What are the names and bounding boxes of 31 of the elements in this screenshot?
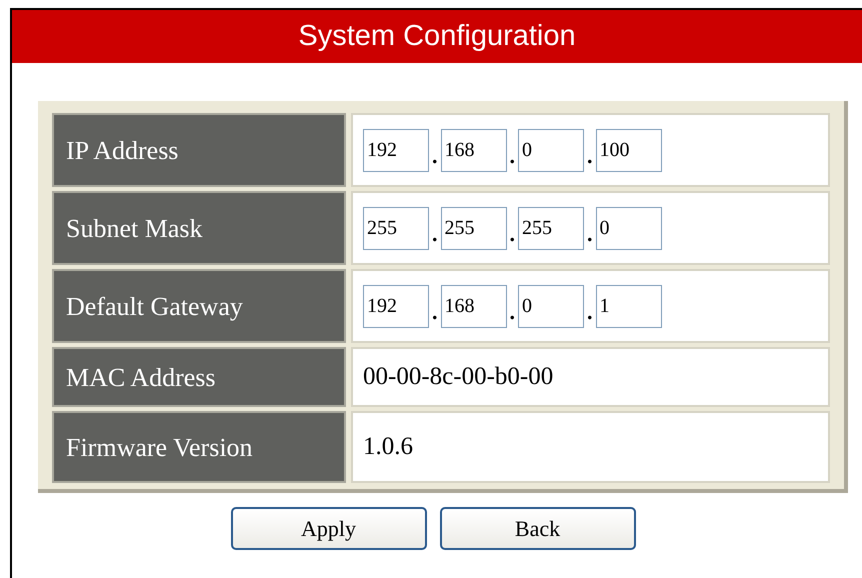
field-label: Default Gateway xyxy=(52,269,346,343)
action-button[interactable]: Back xyxy=(440,507,636,550)
field-value: 00-00-8c-00-b0-00 xyxy=(363,362,554,392)
field-label: MAC Address xyxy=(52,347,346,407)
separator-dot: . xyxy=(432,301,438,323)
action-button[interactable]: Apply xyxy=(230,507,426,550)
field-label: Firmware Version xyxy=(52,411,346,483)
separator-dot: . xyxy=(510,145,515,167)
page-title: System Configuration xyxy=(12,10,862,63)
separator-dot: . xyxy=(510,223,515,245)
octet-field[interactable]: 1 xyxy=(596,284,662,328)
field-label: Subnet Mask xyxy=(52,191,346,265)
octet-field[interactable]: 0 xyxy=(518,284,584,328)
separator-dot: . xyxy=(587,223,592,245)
octet-field[interactable]: 0 xyxy=(596,206,662,250)
separator-dot: . xyxy=(432,145,438,167)
separator-dot: . xyxy=(432,223,438,245)
octet-field[interactable]: 255 xyxy=(363,206,429,250)
separator-dot: . xyxy=(587,301,592,323)
field-value: 1.0.6 xyxy=(363,432,413,462)
octet-field[interactable]: 255 xyxy=(440,206,506,250)
octet-field[interactable]: 192 xyxy=(363,128,429,172)
separator-dot: . xyxy=(587,145,592,167)
octet-field[interactable]: 168 xyxy=(440,128,506,172)
octet-field[interactable]: 192 xyxy=(363,284,429,328)
octet-field[interactable]: 0 xyxy=(518,128,584,172)
separator-dot: . xyxy=(510,301,515,323)
octet-field[interactable]: 255 xyxy=(518,206,584,250)
field-label: IP Address xyxy=(52,113,346,187)
octet-field[interactable]: 100 xyxy=(596,128,662,172)
octet-field[interactable]: 168 xyxy=(440,284,506,328)
